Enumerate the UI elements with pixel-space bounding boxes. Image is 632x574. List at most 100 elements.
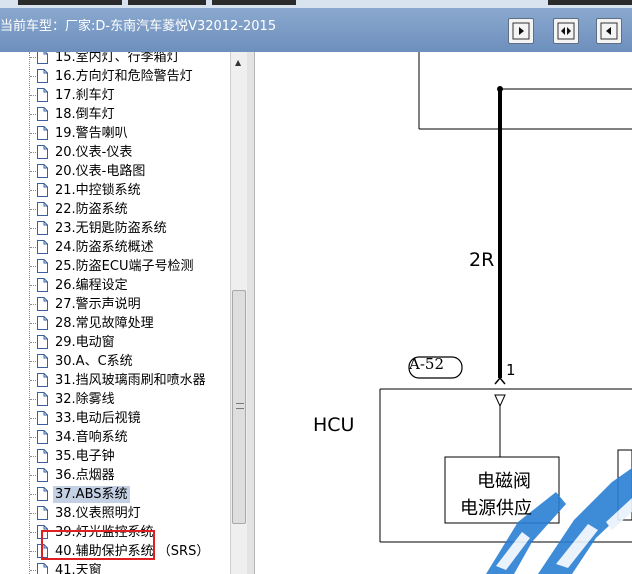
tree-item-label: 35.电子钟 xyxy=(55,449,115,464)
document-icon xyxy=(37,88,48,102)
tree-branch-line xyxy=(30,76,36,77)
document-icon xyxy=(37,259,48,273)
tree-item-label: 20.仪表-电路图 xyxy=(55,164,146,179)
tree-branch-line xyxy=(30,570,36,571)
tree-item-label: 23.无钥匙防盗系统 xyxy=(55,221,167,236)
document-icon xyxy=(37,563,48,574)
tree-item[interactable]: 15.室内灯、行李箱灯 xyxy=(0,52,230,67)
tree-branch-line xyxy=(30,304,36,305)
tree-item-label: 27.警示声说明 xyxy=(55,297,141,312)
vehicle-label: 当前车型：厂家:D-东南汽车菱悦V32012-2015 xyxy=(0,19,277,34)
document-icon xyxy=(37,430,48,444)
tree-item-label: 41.天窗 xyxy=(55,563,102,574)
document-icon xyxy=(37,240,48,254)
tree-item[interactable]: 37.ABS系统 xyxy=(0,485,230,504)
document-icon xyxy=(37,297,48,311)
tree-branch-line xyxy=(30,247,36,248)
tree-branch-line xyxy=(30,532,36,533)
tree-item-label: 20.仪表-仪表 xyxy=(55,145,133,160)
header-bar: 当前车型：厂家:D-东南汽车菱悦V32012-2015 xyxy=(0,8,632,52)
tree-item-label: 36.点烟器 xyxy=(55,468,115,483)
tree-item-label: 18.倒车灯 xyxy=(55,107,115,122)
top-tab[interactable] xyxy=(548,0,632,5)
tree-branch-line xyxy=(30,209,36,210)
top-tab[interactable] xyxy=(128,0,206,5)
document-icon xyxy=(37,107,48,121)
tree-branch-line xyxy=(30,190,36,191)
tree-item[interactable]: 27.警示声说明 xyxy=(0,295,230,314)
scrollbar-thumb[interactable] xyxy=(232,290,246,524)
tree-item[interactable]: 31.挡风玻璃雨刷和喷水器 xyxy=(0,371,230,390)
top-tab[interactable] xyxy=(212,0,296,5)
tree-item[interactable]: 29.电动窗 xyxy=(0,333,230,352)
tree-item-label: 25.防盗ECU端子号检测 xyxy=(55,259,194,274)
tree-item-label: 34.音响系统 xyxy=(55,430,128,445)
tree-item[interactable]: 33.电动后视镜 xyxy=(0,409,230,428)
tree-scrollbar[interactable]: ▲ xyxy=(230,52,247,574)
document-icon xyxy=(37,392,48,406)
tree-item[interactable]: 20.仪表-电路图 xyxy=(0,162,230,181)
document-icon xyxy=(37,354,48,368)
tree-item[interactable]: 38.仪表照明灯 xyxy=(0,504,230,523)
tree-item[interactable]: 23.无钥匙防盗系统 xyxy=(0,219,230,238)
tree-item[interactable]: 17.刹车灯 xyxy=(0,86,230,105)
tree-item-label: 38.仪表照明灯 xyxy=(55,506,141,521)
arrow-right-icon xyxy=(512,22,530,40)
scroll-up-arrow-icon[interactable]: ▲ xyxy=(235,58,241,67)
document-icon xyxy=(37,202,48,216)
tree-branch-line xyxy=(30,475,36,476)
document-icon xyxy=(37,468,48,482)
tree-item-label: 29.电动窗 xyxy=(55,335,115,350)
upper-box-outline xyxy=(418,52,632,130)
tree-item[interactable]: 16.方向灯和危险警告灯 xyxy=(0,67,230,86)
wiring-diagram-drawing xyxy=(379,52,632,574)
tree-item-label: 21.中控锁系统 xyxy=(55,183,141,198)
scrollbar-grip-icon xyxy=(236,403,244,409)
nav-forward-button[interactable] xyxy=(508,18,534,44)
tree-item[interactable]: 21.中控锁系统 xyxy=(0,181,230,200)
tree-branch-line xyxy=(30,133,36,134)
top-tab-strip xyxy=(0,0,632,8)
tree-branch-line xyxy=(30,266,36,267)
tree-item-label: 22.防盗系统 xyxy=(55,202,128,217)
tree-item[interactable]: 36.点烟器 xyxy=(0,466,230,485)
wiring-diagram: 2R 1 A-52 HCU 电磁阀 电源供应 xyxy=(256,52,632,574)
tree-item[interactable]: 35.电子钟 xyxy=(0,447,230,466)
nav-back-button[interactable] xyxy=(596,18,622,44)
tree-item[interactable]: 34.音响系统 xyxy=(0,428,230,447)
tree-item-label: 37.ABS系统 xyxy=(53,486,130,503)
document-icon xyxy=(37,278,48,292)
tree-item[interactable]: 30.A、C系统 xyxy=(0,352,230,371)
tree-branch-line xyxy=(30,114,36,115)
tree-branch-line xyxy=(30,228,36,229)
tree-branch-line xyxy=(30,285,36,286)
document-icon xyxy=(37,316,48,330)
tree-item[interactable]: 28.常见故障处理 xyxy=(0,314,230,333)
tree-item[interactable]: 32.除雾线 xyxy=(0,390,230,409)
tree-item[interactable]: 19.警告喇叭 xyxy=(0,124,230,143)
tree-item[interactable]: 24.防盗系统概述 xyxy=(0,238,230,257)
tree-item-label: 26.编程设定 xyxy=(55,278,128,293)
tree-item[interactable]: 26.编程设定 xyxy=(0,276,230,295)
chapter-tree[interactable]: 15.室内灯、行李箱灯 16.方向灯和危险警告灯 17.刹车灯 18.倒车灯 19.警告… xyxy=(0,52,230,574)
tree-item-label: 15.室内灯、行李箱灯 xyxy=(55,52,180,65)
pane-splitter[interactable] xyxy=(247,52,255,574)
tree-item[interactable]: 18.倒车灯 xyxy=(0,105,230,124)
tree-branch-line xyxy=(30,171,36,172)
pin-number: 1 xyxy=(506,361,516,379)
valve-label-line1: 电磁阀 xyxy=(477,471,531,492)
top-tab[interactable] xyxy=(18,0,122,5)
valve-label-line2: 电源供应 xyxy=(460,498,532,519)
tree-item-label: 30.A、C系统 xyxy=(55,354,133,369)
nav-expand-button[interactable] xyxy=(553,18,579,44)
tree-item[interactable]: 22.防盗系统 xyxy=(0,200,230,219)
tree-item[interactable]: 20.仪表-仪表 xyxy=(0,143,230,162)
tree-item-label: 28.常见故障处理 xyxy=(55,316,154,331)
connector-label: A-52 xyxy=(409,355,444,373)
tree-branch-line xyxy=(30,513,36,514)
tree-item[interactable]: 25.防盗ECU端子号检测 xyxy=(0,257,230,276)
tree-item[interactable]: 41.天窗 xyxy=(0,561,230,574)
tree-branch-line xyxy=(30,323,36,324)
arrows-out-icon xyxy=(557,22,575,40)
document-icon xyxy=(37,52,48,64)
